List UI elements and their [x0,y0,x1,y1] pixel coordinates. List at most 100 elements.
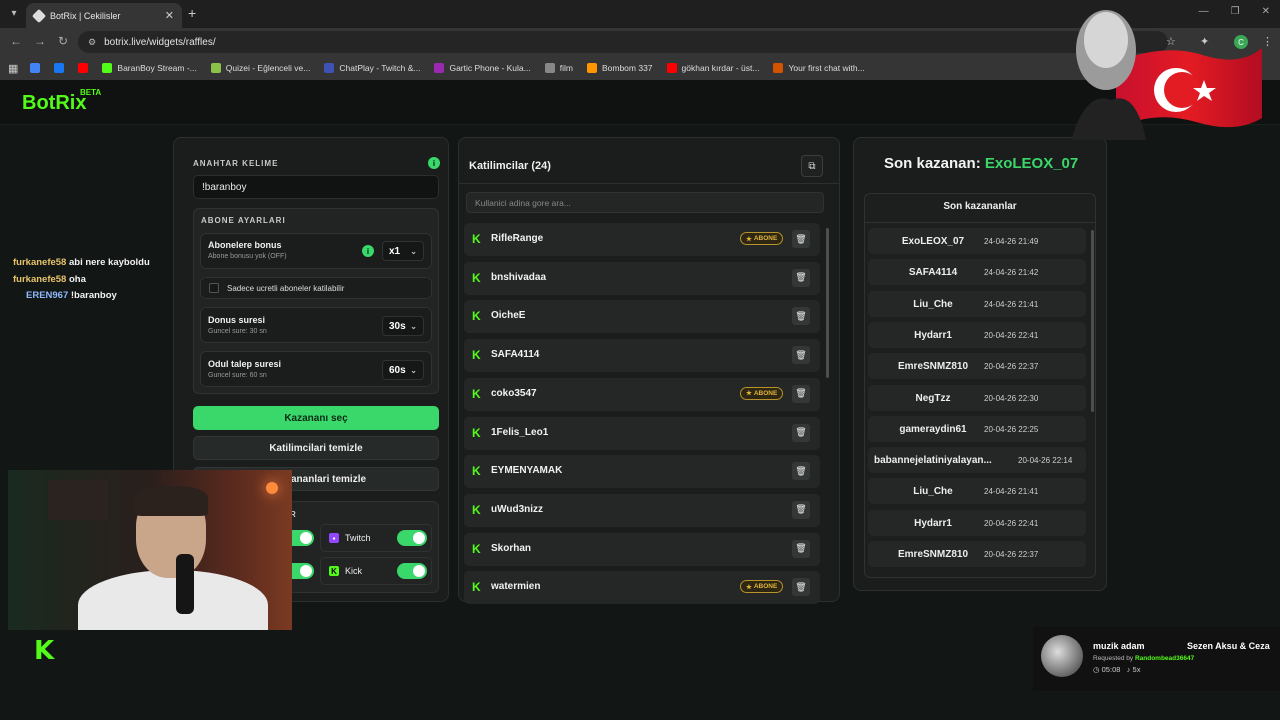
clear-participants-button[interactable]: Katilimcilari temizle [193,436,439,460]
microphone [176,554,194,614]
kick-toggle[interactable] [397,563,427,579]
bookmark-item[interactable]: Gartic Phone - Kula... [434,63,531,73]
chat-username: furkanefe58 [13,257,67,268]
bookmark-item[interactable]: Quizei - Eğlenceli ve... [210,63,310,73]
bookmark-item[interactable] [78,63,89,73]
back-icon[interactable]: ← [10,34,22,48]
participant-name: EYMENYAMAK [491,465,563,477]
winner-row: NegTzz 20-04-26 22:30 [868,384,1086,411]
winner-date: 24-04-26 21:41 [984,299,1039,309]
delete-icon[interactable]: 🗑 [792,307,810,326]
pick-winner-button[interactable]: Kazananı seç [193,406,439,430]
bookmark-item[interactable] [54,63,65,73]
bookmark-label: Your first chat with... [788,63,865,73]
winner-name: SAFA4114 [908,267,958,279]
sub-bonus-select[interactable]: x1 ⌄ [382,241,424,261]
kick-icon: K [472,541,481,556]
new-tab-icon[interactable]: + [188,5,196,21]
participant-name: watermien [491,581,541,593]
bookmark-favicon-icon [434,63,445,73]
kick-icon: K [329,566,339,576]
claim-duration-select[interactable]: 60s ⌄ [382,360,424,380]
participant-row: K EYMENYAMAK 🗑 [464,455,820,489]
participant-name: uWud3nizz [491,503,544,515]
winner-row: ExoLEOX_07 24-04-26 21:49 [868,228,1086,254]
winner-row: babannejelatiniyalayan... 20-04-26 22:14 [868,447,1086,474]
bookmark-favicon-icon [586,63,597,73]
browser-tab[interactable]: BotRix | Cekilisler ✕ [26,3,182,28]
twitch-toggle[interactable] [397,530,427,546]
reload-icon[interactable]: ↻ [58,34,68,48]
spin-duration-value: 30s [389,320,406,332]
chat-text: abi nere kayboldu [68,257,150,268]
sub-bonus-title: Abonelere bonus [208,240,282,250]
winner-row: Hydarr1 20-04-26 22:41 [868,509,1086,536]
delete-icon[interactable]: 🗑 [792,578,810,597]
keyword-input[interactable]: !baranboy [193,175,439,199]
delete-icon[interactable]: 🗑 [792,384,810,403]
participant-row: K Skorhan 🗑 [464,532,820,566]
delete-icon[interactable]: 🗑 [792,500,810,519]
forward-icon[interactable]: → [34,34,46,48]
chat-message: furkanefe58 oha [13,274,86,285]
delete-icon[interactable]: 🗑 [792,462,810,481]
claim-duration-text: Odul talep suresi Guncel sure: 60 sn [208,359,281,379]
winner-name: EmreSNMZ810 [897,549,969,560]
spin-duration-select[interactable]: 30s ⌄ [382,316,424,336]
sub-bonus-subtitle: Abone bonusu yok (OFF) [208,253,287,260]
tab-search-icon[interactable]: ▾ [6,5,22,21]
winner-row: gameraydin61 20-04-26 22:25 [868,415,1086,442]
webcam-feed [8,470,292,630]
participant-name: SAFA4114 [491,349,540,361]
bookmark-label: gökhan kırdar - üst... [681,63,760,73]
bookmark-item[interactable] [30,63,41,73]
participant-search-input[interactable]: Kullanici adina gore ara... [466,192,824,213]
participant-row: K RifleRange ★ ABONE 🗑 [464,223,820,256]
sub-badge: ★ ABONE [740,386,784,400]
delete-icon[interactable]: 🗑 [792,423,810,442]
twitch-icon: ▪ [329,533,339,543]
bookmark-item[interactable]: Your first chat with... [773,63,865,73]
kick-icon: K [472,580,481,595]
winner-name: babannejelatiniyalayan... [874,455,992,467]
participant-name: 1Felis_Leo1 [491,426,549,438]
bookmark-item[interactable]: gökhan kırdar - üst... [666,63,760,73]
winner-date: 24-04-26 21:49 [984,237,1039,246]
bookmark-favicon-icon [544,63,555,73]
bookmark-item[interactable]: BaranBoy Stream -... [102,63,197,73]
kick-icon: K [472,386,481,401]
close-tab-icon[interactable]: ✕ [165,9,174,22]
requested-by: Requested by Randombead36647 [1093,655,1194,662]
copy-icon[interactable]: ⧉ [801,155,823,177]
winner-row: Liu_Che 24-04-26 21:41 [868,478,1086,505]
song-time: 05:08 [1101,665,1121,674]
sub-settings-label: ABONE AYARLARI [201,216,286,225]
only-paid-label: Sadece ucretli aboneler katilabilir [227,284,345,293]
delete-icon[interactable]: 🗑 [792,539,810,558]
only-paid-checkbox[interactable] [209,283,219,293]
delete-icon[interactable]: 🗑 [792,268,810,287]
participants-scrollbar[interactable] [826,228,829,378]
delete-icon[interactable]: 🗑 [792,346,810,365]
album-art [1041,635,1083,677]
botrix-logo[interactable]: BotRix BETA [22,88,101,115]
bookmark-favicon-icon [324,63,335,73]
site-info-icon[interactable]: ⚙ [88,37,96,48]
winner-name: Liu_Che [913,486,953,498]
bookmark-item[interactable]: ChatPlay - Twitch &... [324,63,420,73]
address-bar[interactable]: ⚙ botrix.live/widgets/raffles/ [78,31,1168,53]
bookmark-item[interactable]: Bombom 337 [586,63,653,73]
delete-icon[interactable]: 🗑 [792,230,810,248]
keyword-label: ANAHTAR KELIME [193,159,279,168]
winner-name: gameraydin61 [899,423,967,435]
apps-grid-icon[interactable]: ▦ [8,62,18,75]
kick-icon: K [472,232,481,246]
bookmark-item[interactable]: film [544,63,573,73]
participant-name: Skorhan [491,542,532,554]
sub-bonus-info-icon[interactable]: i [362,245,374,257]
winners-scrollbar[interactable] [1091,230,1094,412]
winner-date: 20-04-26 22:14 [1018,456,1073,466]
participant-row: Kwatermien ★ ABONE 🗑 [464,571,820,605]
info-icon[interactable]: i [428,157,440,169]
sub-badge: ★ ABONE [740,580,784,594]
